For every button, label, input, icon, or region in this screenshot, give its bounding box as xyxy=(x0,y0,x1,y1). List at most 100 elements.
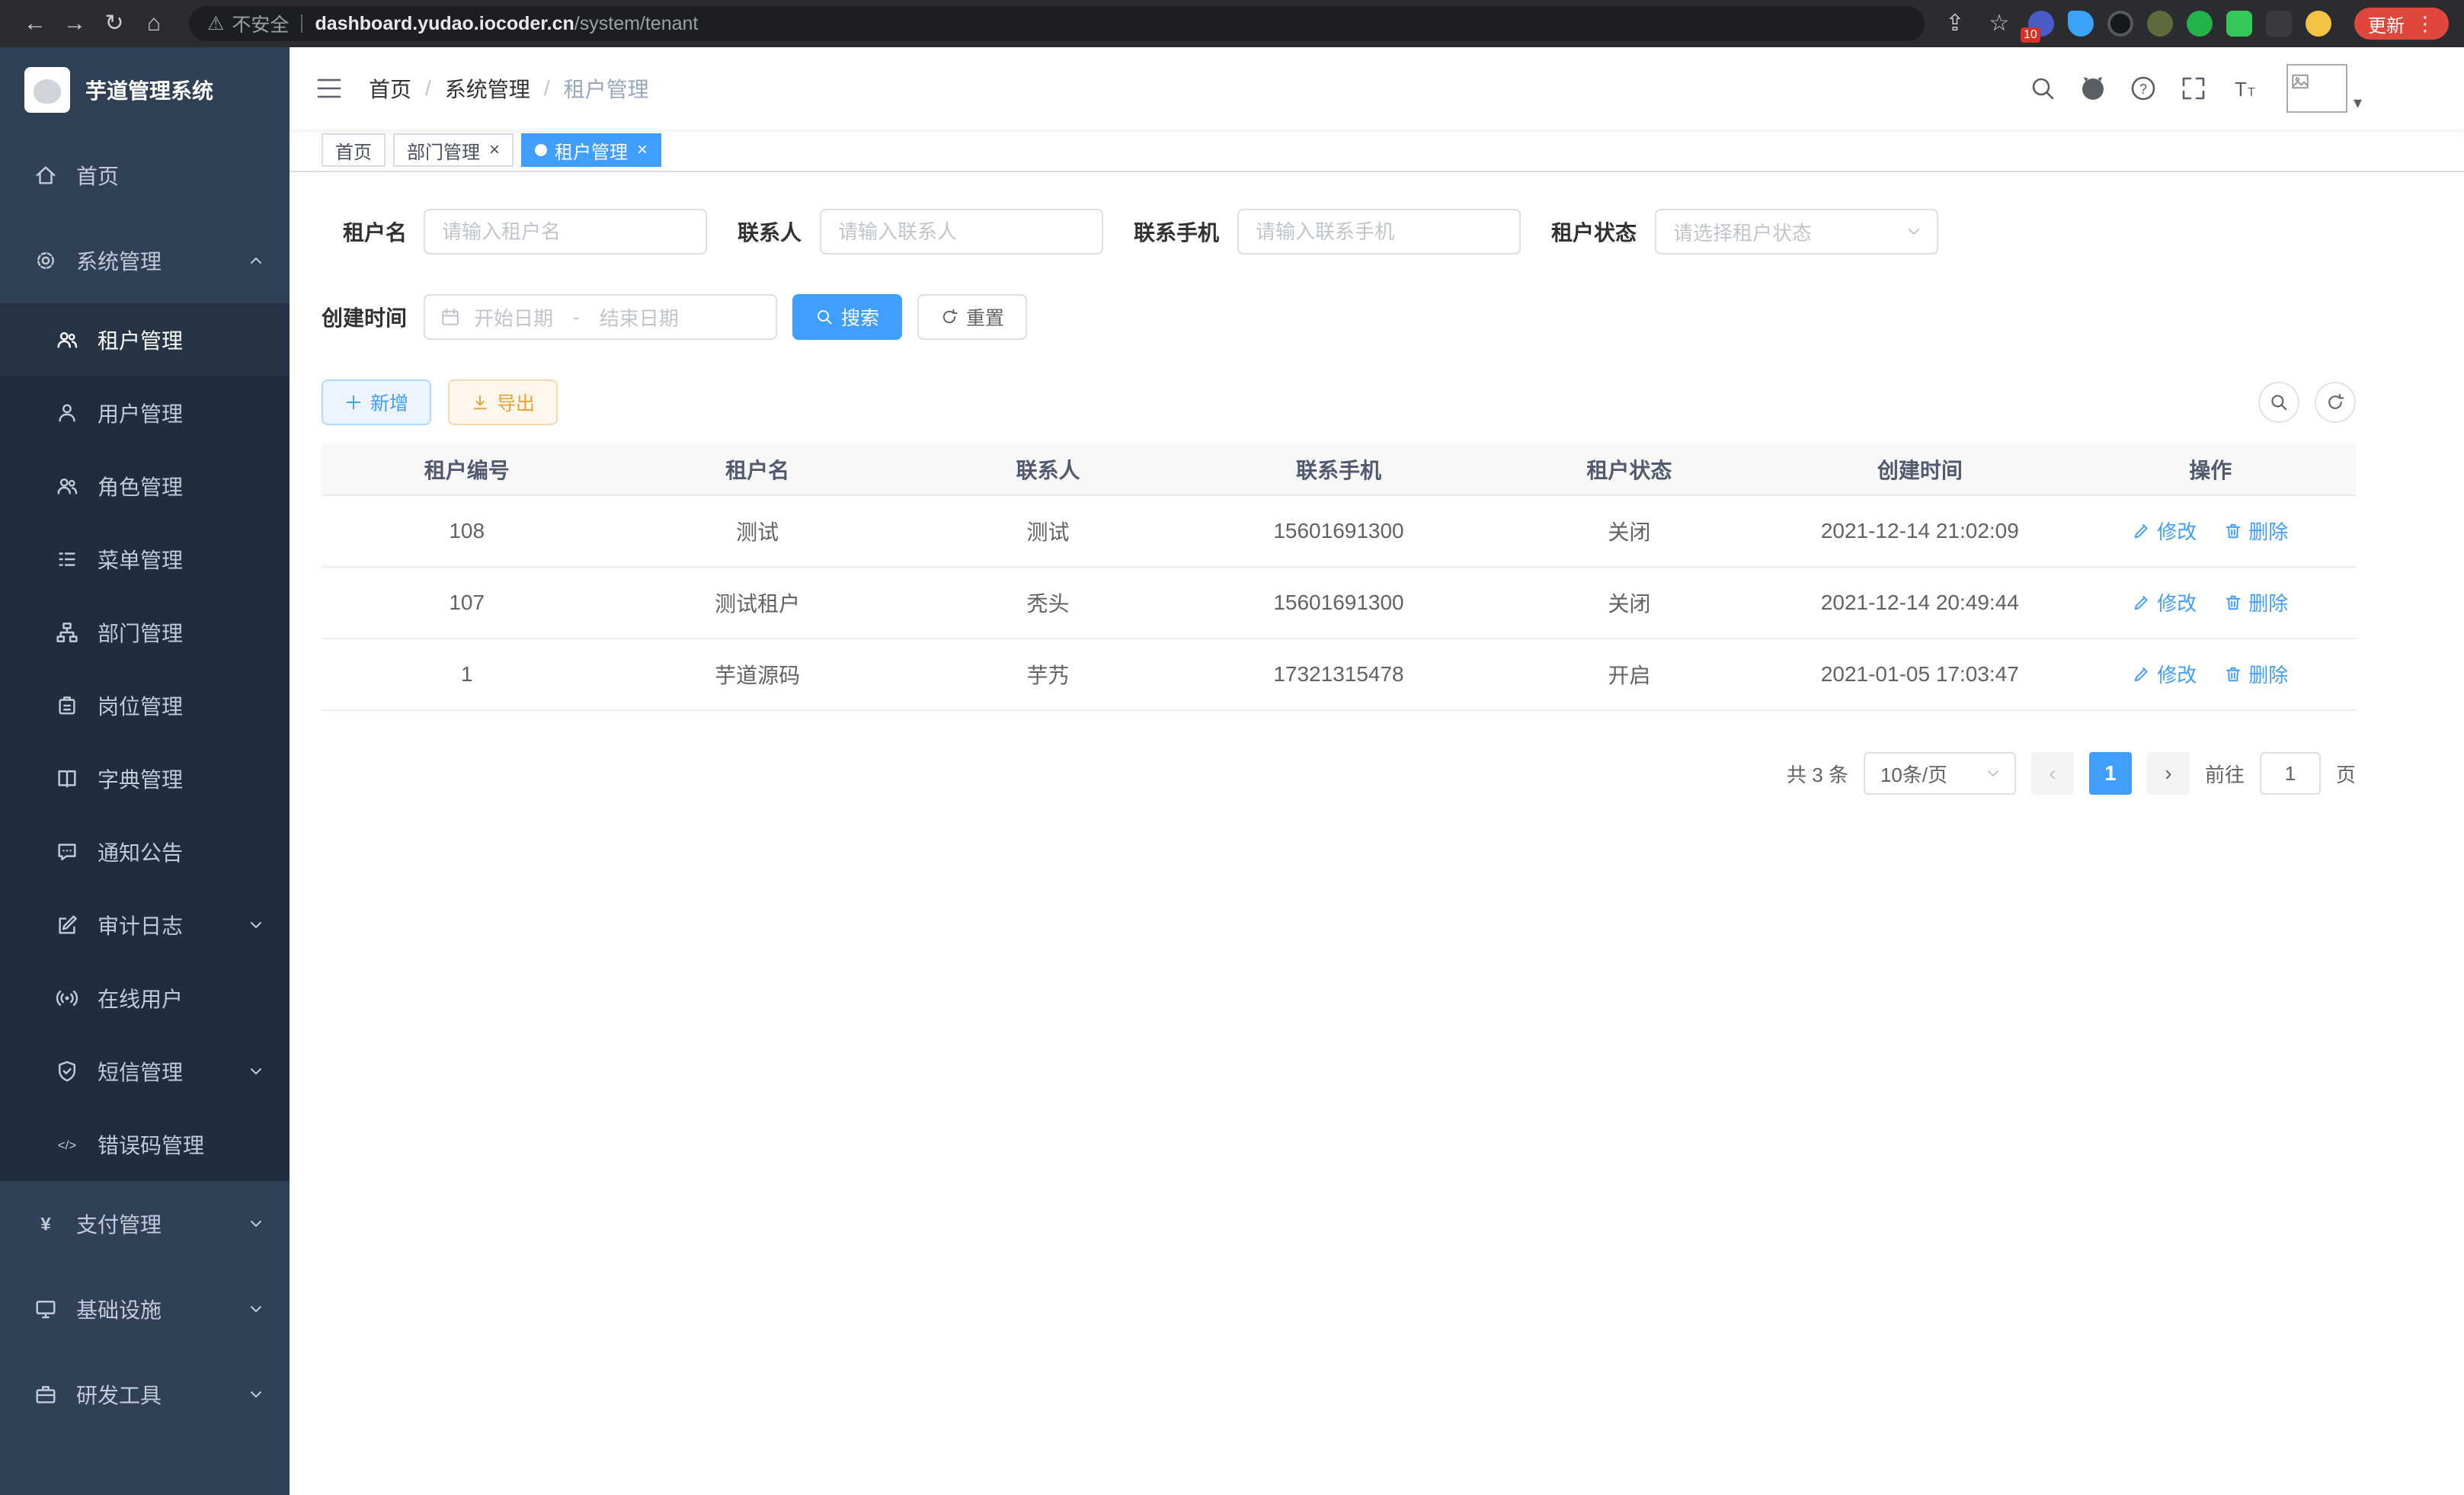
toolbar-right xyxy=(2258,382,2356,423)
search-icon[interactable] xyxy=(2029,75,2056,102)
pay-icon: ¥ xyxy=(34,1212,58,1236)
delete-link[interactable]: 删除 xyxy=(2224,588,2288,616)
extension-icon-2[interactable] xyxy=(2068,11,2094,37)
sidebar-item-notice[interactable]: 通知公告 xyxy=(0,815,290,888)
next-page-button[interactable]: › xyxy=(2147,752,2190,795)
search-button[interactable]: 搜索 xyxy=(792,294,902,340)
extensions-puzzle-icon[interactable] xyxy=(2266,11,2292,37)
browser-menu-kebab-icon[interactable]: ⋮ xyxy=(2415,12,2435,36)
prev-page-button[interactable]: ‹ xyxy=(2031,752,2074,795)
breadcrumb-home[interactable]: 首页 xyxy=(369,73,411,104)
sidebar-item-home[interactable]: 首页 xyxy=(0,133,290,218)
sidebar-item-error-code[interactable]: </> 错误码管理 xyxy=(0,1108,290,1181)
sidebar-toggle-icon[interactable] xyxy=(314,73,344,104)
sidebar-item-label: 通知公告 xyxy=(98,837,183,867)
edit-link[interactable]: 修改 xyxy=(2133,660,2197,688)
sidebar-logo[interactable]: 芋道管理系统 xyxy=(0,47,290,133)
extension-icon-1[interactable]: 10 xyxy=(2028,11,2054,37)
github-icon[interactable] xyxy=(2079,75,2107,102)
app-title: 芋道管理系统 xyxy=(85,75,213,105)
status-select[interactable]: 请选择租户状态 xyxy=(1655,209,1938,255)
role-icon xyxy=(55,474,79,498)
svg-text:T: T xyxy=(2235,78,2247,101)
refresh-table-button[interactable] xyxy=(2315,382,2356,423)
refresh-icon xyxy=(2325,392,2345,412)
reload-icon[interactable]: ↻ xyxy=(94,0,134,47)
toggle-search-button[interactable] xyxy=(2258,382,2299,423)
sidebar-item-dept[interactable]: 部门管理 xyxy=(0,596,290,669)
dict-book-icon xyxy=(55,767,79,791)
delete-link[interactable]: 删除 xyxy=(2224,517,2288,545)
extension-icon-5[interactable] xyxy=(2187,11,2213,37)
edit-link[interactable]: 修改 xyxy=(2133,517,2197,545)
user-icon xyxy=(55,401,79,425)
page-number-button[interactable]: 1 xyxy=(2089,752,2132,795)
error-code-icon: </> xyxy=(55,1132,79,1157)
cell-contact: 芋艿 xyxy=(903,639,1193,710)
user-avatar-dropdown[interactable]: ▾ xyxy=(2286,64,2362,113)
tag-tenant[interactable]: 租户管理 × xyxy=(521,133,661,167)
cell-phone: 17321315478 xyxy=(1193,639,1483,710)
col-tenant-id: 租户编号 xyxy=(322,443,612,495)
url-path: /system/tenant xyxy=(574,13,699,35)
cell-tenant-name: 芋道源码 xyxy=(612,639,902,710)
filter-row-1: 租户名 联系人 联系手机 租户状态 请选择租户状态 xyxy=(322,209,2464,255)
breadcrumb-separator: / xyxy=(425,76,431,101)
sidebar-item-system[interactable]: 系统管理 xyxy=(0,218,290,303)
export-button[interactable]: 导出 xyxy=(448,379,558,425)
fullscreen-icon[interactable] xyxy=(2180,75,2207,102)
forward-icon[interactable]: → xyxy=(55,0,94,47)
chrome-update-chip[interactable]: 更新 ⋮ xyxy=(2354,8,2449,40)
date-range-picker[interactable]: 开始日期 - 结束日期 xyxy=(424,294,777,340)
goto-page-input[interactable] xyxy=(2260,752,2321,795)
close-icon[interactable]: × xyxy=(637,141,648,159)
back-icon[interactable]: ← xyxy=(15,0,55,47)
extension-icon-3[interactable] xyxy=(2107,11,2133,37)
sidebar-item-post[interactable]: 岗位管理 xyxy=(0,669,290,742)
sidebar-item-sms[interactable]: 短信管理 xyxy=(0,1035,290,1108)
bookmark-star-icon[interactable]: ☆ xyxy=(1984,0,2014,47)
extension-icon-6[interactable] xyxy=(2226,11,2252,37)
share-icon[interactable]: ⇪ xyxy=(1940,0,1970,47)
col-created: 创建时间 xyxy=(1774,443,2065,495)
sidebar-item-infra[interactable]: 基础设施 xyxy=(0,1266,290,1352)
home-icon[interactable]: ⌂ xyxy=(134,0,174,47)
extension-icon-4[interactable] xyxy=(2147,11,2173,37)
address-bar[interactable]: ⚠ 不安全 dashboard.yudao.iocoder.cn /system… xyxy=(189,6,1925,41)
close-icon[interactable]: × xyxy=(489,141,500,159)
table-row: 108 测试 测试 15601691300 关闭 2021-12-14 21:0… xyxy=(322,495,2356,567)
breadcrumb-system[interactable]: 系统管理 xyxy=(445,73,530,104)
tenant-name-label: 租户名 xyxy=(322,216,407,247)
status-select-placeholder: 请选择租户状态 xyxy=(1673,218,1812,246)
page-size-select[interactable]: 10条/页 xyxy=(1864,752,2016,795)
not-secure-indicator[interactable]: ⚠ 不安全 xyxy=(207,10,289,37)
start-date-placeholder: 开始日期 xyxy=(474,303,553,331)
cell-tenant-name: 测试 xyxy=(612,495,902,567)
edit-link[interactable]: 修改 xyxy=(2133,588,2197,616)
sidebar-item-label: 短信管理 xyxy=(98,1056,183,1087)
font-size-icon[interactable]: TT xyxy=(2230,75,2258,102)
sidebar-item-menu[interactable]: 菜单管理 xyxy=(0,523,290,596)
chevron-down-icon xyxy=(247,1062,265,1080)
sidebar-item-dict[interactable]: 字典管理 xyxy=(0,742,290,815)
profile-avatar-icon[interactable] xyxy=(2306,11,2331,37)
delete-link[interactable]: 删除 xyxy=(2224,660,2288,688)
sidebar-item-user[interactable]: 用户管理 xyxy=(0,376,290,450)
sidebar-item-online-user[interactable]: 在线用户 xyxy=(0,962,290,1035)
phone-input[interactable] xyxy=(1237,209,1521,255)
navbar-right: ? TT ▾ xyxy=(2029,64,2362,113)
sidebar-item-tenant[interactable]: 租户管理 xyxy=(0,303,290,376)
tag-home[interactable]: 首页 xyxy=(322,133,386,167)
sidebar-item-devtool[interactable]: 研发工具 xyxy=(0,1352,290,1437)
svg-text:</>: </> xyxy=(58,1138,77,1153)
reset-button[interactable]: 重置 xyxy=(917,294,1027,340)
tenant-name-input[interactable] xyxy=(424,209,707,255)
add-button[interactable]: 新增 xyxy=(322,379,431,425)
help-icon[interactable]: ? xyxy=(2130,75,2157,102)
sidebar-item-label: 用户管理 xyxy=(98,398,183,428)
sidebar-item-role[interactable]: 角色管理 xyxy=(0,450,290,523)
tag-dept[interactable]: 部门管理 × xyxy=(393,133,514,167)
sidebar-item-pay[interactable]: ¥ 支付管理 xyxy=(0,1181,290,1266)
sidebar-item-audit-log[interactable]: 审计日志 xyxy=(0,888,290,962)
contact-input[interactable] xyxy=(820,209,1103,255)
